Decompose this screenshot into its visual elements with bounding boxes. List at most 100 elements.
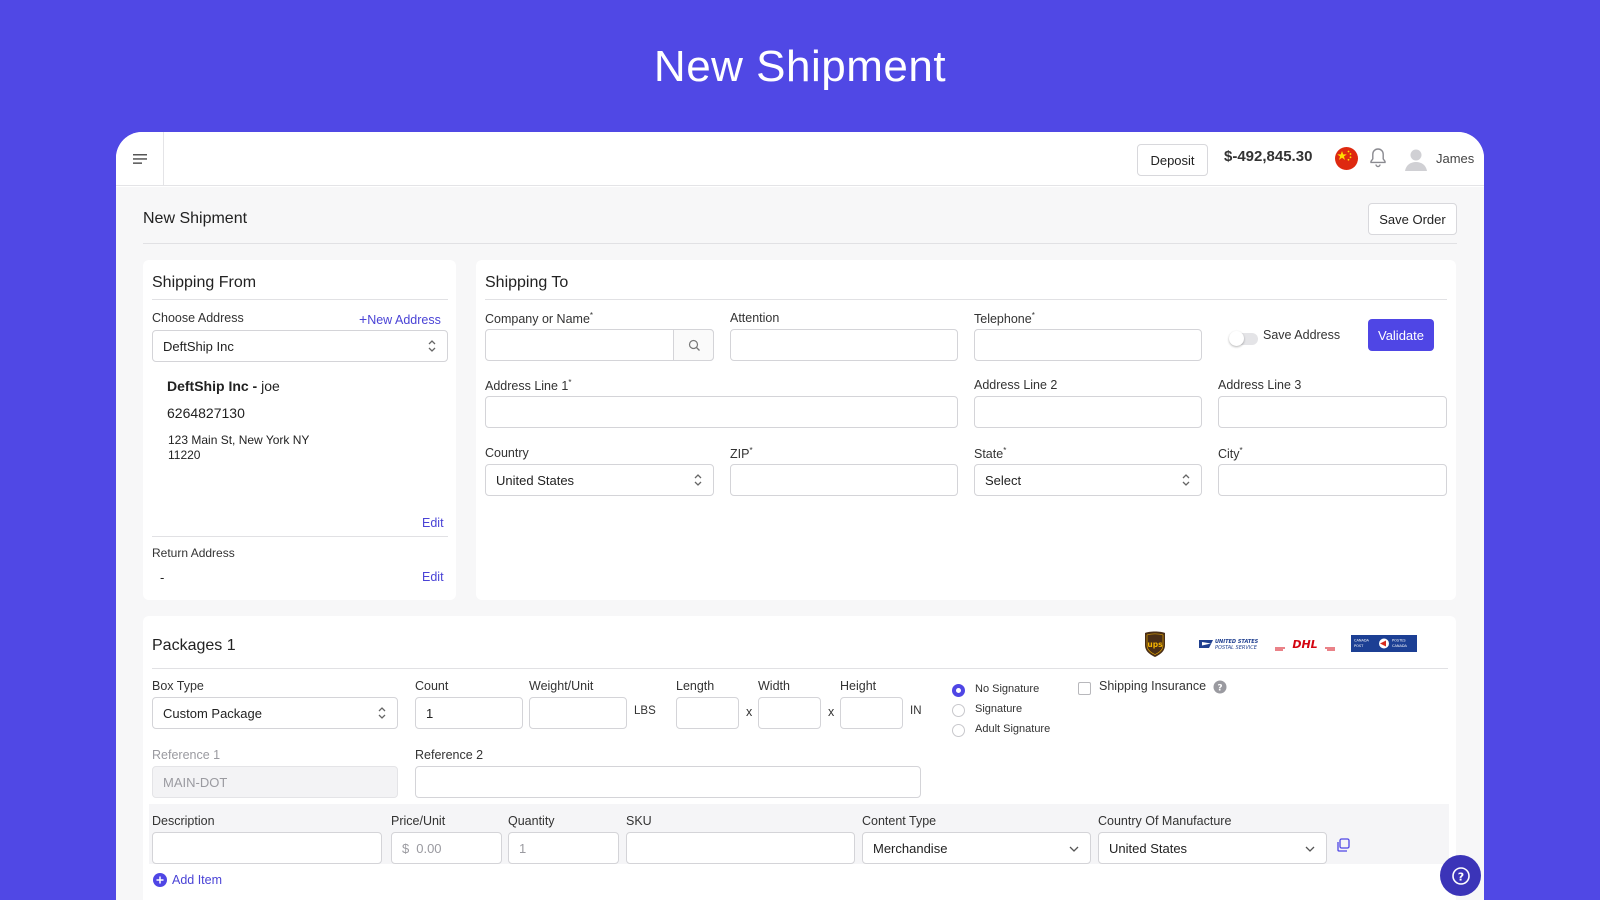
- sku-label: SKU: [626, 814, 652, 828]
- address-company-line: DeftShip Inc - joe: [167, 378, 280, 394]
- price-input[interactable]: $0.00: [391, 832, 502, 864]
- validate-button[interactable]: Validate: [1368, 319, 1434, 351]
- question-circle-icon[interactable]: ?: [1213, 680, 1227, 694]
- address-company: DeftShip Inc: [167, 378, 249, 394]
- address-line1-input[interactable]: [485, 396, 958, 428]
- menu-toggle-button[interactable]: [116, 132, 164, 186]
- svg-text:POSTAL SERVICE: POSTAL SERVICE: [1215, 645, 1258, 651]
- bell-icon[interactable]: [1368, 146, 1388, 170]
- no-signature-label: No Signature: [975, 683, 1040, 695]
- address-line2-input[interactable]: [974, 396, 1202, 428]
- weight-unit: LBS: [634, 705, 656, 717]
- svg-text:ups: ups: [1147, 640, 1163, 649]
- shipping-from-card: Shipping From Choose Address +New Addres…: [143, 260, 456, 600]
- username[interactable]: James: [1436, 151, 1474, 166]
- chevron-down-icon: [1305, 846, 1315, 852]
- count-label: Count: [415, 679, 449, 693]
- svg-text:POSTES: POSTES: [1392, 639, 1406, 643]
- svg-text:CANADA: CANADA: [1354, 639, 1369, 643]
- shipping-insurance-label: Shipping Insurance: [1099, 679, 1207, 693]
- shipping-to-card: Shipping To Company or Name* Attention T…: [476, 260, 1456, 600]
- company-search-button[interactable]: [673, 329, 714, 361]
- select-updown-icon: [378, 707, 386, 719]
- width-input[interactable]: [758, 697, 821, 729]
- address-line3-input[interactable]: [1218, 396, 1447, 428]
- attention-input[interactable]: [730, 329, 958, 361]
- zip-label: ZIP*: [730, 446, 753, 462]
- divider: [485, 299, 1447, 300]
- save-address-label: Save Address: [1263, 328, 1341, 342]
- save-order-button[interactable]: Save Order: [1368, 203, 1457, 235]
- dimension-unit: IN: [910, 705, 922, 717]
- edit-return-address-link[interactable]: Edit: [422, 570, 444, 584]
- edit-address-link[interactable]: Edit: [422, 516, 444, 530]
- radio-adult-signature[interactable]: [952, 724, 965, 737]
- address-zip: 11220: [168, 448, 201, 462]
- address-contact: joe: [261, 378, 280, 394]
- price-label: Price/Unit: [391, 814, 446, 828]
- reference2-label: Reference 2: [415, 748, 484, 762]
- main-content: New Shipment Save Order Shipping From Ch…: [116, 187, 1484, 900]
- svg-text:?: ?: [1217, 684, 1222, 694]
- weight-input[interactable]: [529, 697, 627, 729]
- hero-title: New Shipment: [653, 42, 947, 91]
- new-address-link[interactable]: +New Address: [359, 311, 441, 327]
- price-prefix: $: [402, 840, 410, 856]
- city-input[interactable]: [1218, 464, 1447, 496]
- app-window: Deposit $-492,845.30 James New Shipment …: [116, 132, 1484, 900]
- reference2-input[interactable]: [415, 766, 921, 798]
- description-input[interactable]: [152, 832, 382, 864]
- return-address-label: Return Address: [152, 546, 235, 560]
- times-symbol: x: [828, 705, 835, 719]
- shipping-to-title: Shipping To: [485, 274, 569, 291]
- box-type-select[interactable]: Custom Package: [152, 697, 398, 729]
- china-flag-icon[interactable]: [1335, 147, 1358, 170]
- avatar[interactable]: [1403, 146, 1429, 172]
- telephone-label: Telephone*: [974, 311, 1035, 327]
- quantity-placeholder: 1: [519, 840, 527, 856]
- select-updown-icon: [1182, 474, 1190, 486]
- divider: [152, 668, 1448, 669]
- shipping-from-title: Shipping From: [152, 274, 257, 291]
- adult-signature-label: Adult Signature: [975, 723, 1051, 735]
- state-select[interactable]: Select: [974, 464, 1202, 496]
- description-label: Description: [152, 814, 215, 828]
- radio-signature[interactable]: [952, 704, 965, 717]
- shipping-insurance-checkbox[interactable]: [1078, 682, 1091, 695]
- width-label: Width: [758, 679, 790, 693]
- ups-logo: ups: [1145, 631, 1165, 657]
- country-label: Country: [485, 446, 529, 460]
- weight-label: Weight/Unit: [529, 679, 594, 693]
- address-phone: 6264827130: [167, 405, 245, 421]
- add-item-link[interactable]: Add Item: [153, 873, 222, 887]
- telephone-input[interactable]: [974, 329, 1202, 361]
- svg-text:?: ?: [1457, 870, 1463, 883]
- choose-address-select[interactable]: DeftShip Inc: [152, 330, 448, 362]
- height-label: Height: [840, 679, 877, 693]
- copy-icon[interactable]: [1336, 838, 1350, 852]
- deposit-button[interactable]: Deposit: [1137, 144, 1208, 176]
- content-type-label: Content Type: [862, 814, 937, 828]
- height-input[interactable]: [840, 697, 903, 729]
- address-line1-label: Address Line 1*: [485, 378, 572, 394]
- zip-input[interactable]: [730, 464, 958, 496]
- length-label: Length: [676, 679, 715, 693]
- state-label: State*: [974, 446, 1007, 462]
- count-input[interactable]: 1: [415, 697, 523, 729]
- usps-logo: UNITED STATES POSTAL SERVICE: [1199, 639, 1259, 651]
- new-address-label: New Address: [367, 313, 441, 327]
- radio-no-signature[interactable]: [952, 684, 965, 697]
- content-type-value: Merchandise: [873, 840, 948, 856]
- content-type-select[interactable]: Merchandise: [862, 832, 1091, 864]
- city-label: City*: [1218, 446, 1243, 462]
- country-manufacture-value: United States: [1109, 840, 1188, 856]
- help-button[interactable]: ?: [1440, 855, 1481, 896]
- length-input[interactable]: [676, 697, 739, 729]
- sku-input[interactable]: [626, 832, 855, 864]
- address-separator: -: [248, 378, 262, 394]
- save-address-toggle[interactable]: [1229, 331, 1258, 346]
- state-value: Select: [985, 472, 1022, 488]
- quantity-input[interactable]: 1: [508, 832, 619, 864]
- country-manufacture-select[interactable]: United States: [1098, 832, 1327, 864]
- country-select[interactable]: United States: [485, 464, 714, 496]
